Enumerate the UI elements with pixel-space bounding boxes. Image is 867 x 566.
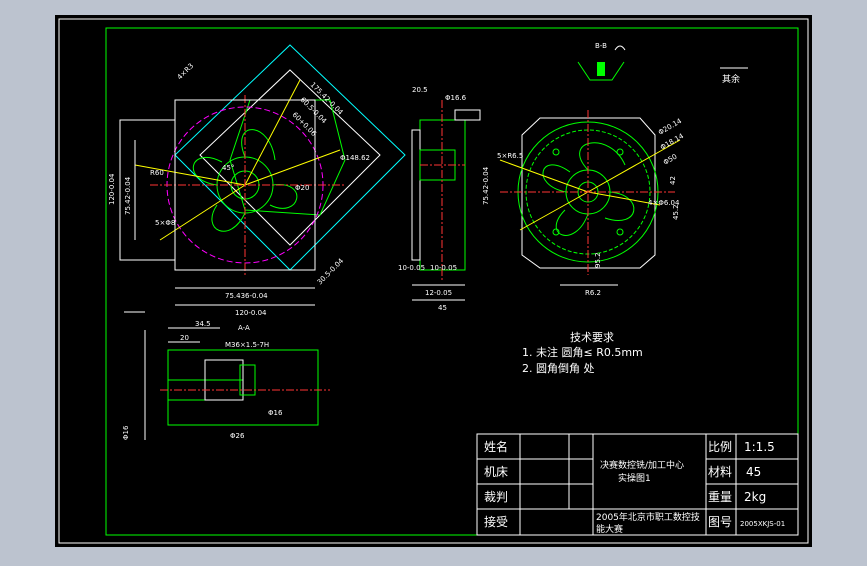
dim-label: Φ16 [268, 409, 283, 417]
material-value: 45 [746, 465, 761, 479]
dim-label: Φ20 [295, 184, 309, 192]
requirements-line: 2. 圆角倒角 处 [522, 362, 595, 375]
part-name: 决赛数控铣/加工中心 [600, 459, 684, 471]
cad-viewport[interactable]: 175.42-0.04 60.5-0.04 60+0.06 4×R3 Φ148.… [0, 0, 867, 562]
judge-label: 裁判 [484, 490, 508, 504]
dim-label: 120-0.04 [235, 309, 267, 317]
svg-text:B-B: B-B [595, 42, 607, 50]
dim-label: 42 [669, 176, 677, 185]
dim-label: 10-0.05 [430, 264, 457, 272]
dim-label: R6.2 [585, 289, 601, 297]
dim-label: 5×Φ8 [155, 219, 175, 227]
dim-label: 120-0.04 [108, 173, 116, 205]
organization-line2: 能大赛 [596, 523, 623, 535]
name-label: 姓名 [484, 439, 508, 454]
dim-label: 10-0.05 [398, 264, 425, 272]
dim-label: 45.2 [672, 204, 680, 220]
dim-label: 12-0.05 [425, 289, 452, 297]
organization: 2005年北京市职工数控技 [596, 511, 700, 523]
sheet-background [55, 15, 812, 547]
dim-label: Φ16.6 [445, 94, 467, 102]
weight-label: 重量 [708, 490, 732, 504]
machine-label: 机床 [484, 465, 508, 479]
dim-label: 5×R6.5 [497, 152, 523, 160]
accept-label: 接受 [484, 514, 508, 529]
dim-label: Φ26 [230, 432, 245, 440]
drawing-canvas: 175.42-0.04 60.5-0.04 60+0.06 4×R3 Φ148.… [55, 15, 812, 547]
dim-label: M36×1.5-7H [225, 341, 269, 349]
dim-label: 20 [180, 334, 189, 342]
svg-text:其余: 其余 [722, 73, 740, 85]
material-label: 材料 [708, 465, 732, 479]
part-subtitle: 实操图1 [618, 472, 651, 484]
dim-label: 45° [222, 164, 234, 172]
dim-label: 34.5 [195, 320, 211, 328]
dim-label: 75.42-0.04 [482, 166, 490, 205]
dim-label: 95.2 [594, 252, 602, 268]
dim-label: Φ16 [122, 425, 130, 440]
dim-label: 20.5 [412, 86, 428, 94]
drawing-number-label: 图号 [708, 515, 732, 529]
requirements-line: 1. 未注 圆角≤ R0.5mm [522, 345, 643, 359]
dim-label: 75.436-0.04 [225, 292, 268, 300]
dim-label: Φ148.62 [340, 154, 370, 162]
scale-label: 比例 [708, 440, 732, 454]
drawing-number-value: 2005XKJS-01 [740, 520, 785, 528]
dim-label: 75.42-0.04 [124, 176, 132, 215]
dim-label: A-A [238, 324, 250, 332]
requirements-title: 技术要求 [570, 331, 614, 344]
scale-value: 1:1.5 [744, 440, 775, 454]
dim-label: 45 [438, 304, 447, 312]
weight-value: 2kg [744, 490, 766, 504]
dim-label: R60 [150, 169, 164, 177]
